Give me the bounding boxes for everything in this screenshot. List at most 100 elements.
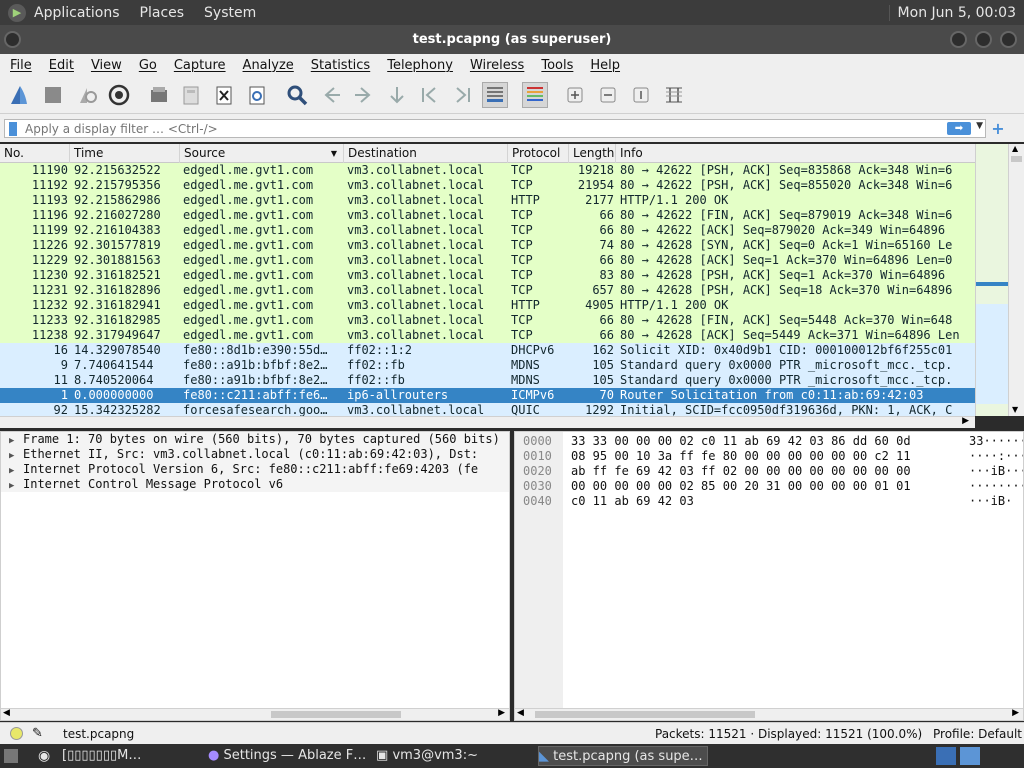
scroll-right-chevron-icon[interactable]: ▶ — [498, 708, 505, 718]
stop-capture-icon[interactable] — [40, 82, 66, 108]
chrome-browser-icon[interactable]: ◉ — [38, 746, 56, 766]
start-capture-icon[interactable] — [6, 82, 32, 108]
menu-file[interactable]: File — [0, 58, 39, 73]
maximize-button[interactable] — [975, 31, 992, 48]
normal-size-icon[interactable] — [628, 82, 654, 108]
apply-filter-arrow-icon[interactable]: ➡ — [947, 122, 971, 135]
zoom-in-icon[interactable] — [562, 82, 588, 108]
detail-row-ipv6[interactable]: ▶ Internet Protocol Version 6, Src: fe80:… — [1, 462, 509, 477]
go-to-packet-icon[interactable] — [384, 82, 410, 108]
packet-row[interactable]: 9 7.740641544 fe80::a91b:bfbf:8e2… ff02::fb… — [0, 358, 975, 373]
detail-row-icmpv6[interactable]: ▶ Internet Control Message Protocol v6 — [1, 477, 509, 492]
column-header-no[interactable]: No. — [0, 144, 70, 163]
column-header-protocol[interactable]: Protocol — [508, 144, 569, 163]
capture-options-gear-icon[interactable] — [106, 82, 132, 108]
packet-row[interactable]: 11233 92.316182985 edgedl.me.gvt1.com vm3.c… — [0, 313, 975, 328]
window-menu-button[interactable] — [4, 31, 21, 48]
scroll-thumb[interactable] — [271, 711, 401, 718]
packet-row[interactable]: 11229 92.301881563 edgedl.me.gvt1.com vm3.c… — [0, 253, 975, 268]
taskbar-item-terminal[interactable]: ▣ vm3@vm3:~ — [376, 746, 526, 766]
resize-columns-icon[interactable] — [661, 82, 687, 108]
panel-menu-applications[interactable]: Applications — [34, 5, 120, 21]
panel-clock[interactable]: Mon Jun 5, 00:03 — [888, 4, 1024, 21]
bytes-horizontal-scrollbar[interactable]: ◀ ▶ — [515, 708, 1023, 720]
packet-row[interactable]: 11238 92.317949647 edgedl.me.gvt1.com vm3.c… — [0, 328, 975, 343]
open-file-icon[interactable] — [146, 82, 172, 108]
packet-minimap[interactable] — [975, 144, 1009, 416]
menu-go[interactable]: Go — [129, 58, 164, 73]
zoom-out-icon[interactable] — [595, 82, 621, 108]
packet-row[interactable]: 11 8.740520064 fe80::a91b:bfbf:8e2… ff02::f… — [0, 373, 975, 388]
packet-row[interactable]: 16 14.329078540 fe80::8d1b:e390:55d… ff02::… — [0, 343, 975, 358]
packet-list-vertical-scrollbar[interactable]: ▲ ▼ — [1008, 144, 1024, 416]
details-horizontal-scrollbar[interactable]: ◀ ▶ — [1, 708, 509, 720]
packet-row[interactable]: 1 0.000000000 fe80::c211:abff:fe6… ip6-allr… — [0, 388, 975, 403]
panel-menu-places[interactable]: Places — [140, 5, 185, 21]
workspace-1-icon[interactable] — [936, 747, 956, 765]
menu-edit[interactable]: Edit — [39, 58, 81, 73]
scroll-thumb[interactable] — [1011, 156, 1022, 162]
display-filter-input[interactable] — [25, 121, 925, 136]
menu-wireless[interactable]: Wireless — [460, 58, 531, 73]
menu-tools[interactable]: Tools — [531, 58, 580, 73]
menu-capture[interactable]: Capture — [164, 58, 233, 73]
status-profile[interactable]: Profile: Default — [933, 727, 1022, 741]
packet-row[interactable]: 11231 92.316182896 edgedl.me.gvt1.com vm3.c… — [0, 283, 975, 298]
packet-row[interactable]: 11199 92.216104383 edgedl.me.gvt1.com vm3.c… — [0, 223, 975, 238]
go-forward-arrow-icon[interactable] — [351, 82, 377, 108]
detail-row-frame[interactable]: ▶ Frame 1: 70 bytes on wire (560 bits), 7… — [1, 432, 509, 447]
distro-logo-icon[interactable]: ▶ — [8, 3, 26, 22]
filter-bookmark-icon[interactable] — [9, 121, 17, 136]
detail-row-ethernet[interactable]: ▶ Ethernet II, Src: vm3.collabnet.local (… — [1, 447, 509, 462]
expert-info-led-icon[interactable] — [10, 727, 23, 740]
close-button[interactable] — [1000, 31, 1017, 48]
show-desktop-icon[interactable] — [4, 749, 18, 763]
taskbar-item-settings[interactable]: ● Settings — Ablaze F… — [208, 746, 368, 766]
scroll-left-chevron-icon[interactable]: ◀ — [517, 708, 524, 718]
find-packet-search-icon[interactable] — [284, 82, 310, 108]
scroll-up-chevron-icon[interactable]: ▲ — [1012, 144, 1018, 153]
filter-history-chevron-down-icon[interactable]: ▼ — [976, 121, 983, 131]
packet-row[interactable]: 11230 92.316182521 edgedl.me.gvt1.com vm3.c… — [0, 268, 975, 283]
taskbar-item-wireshark[interactable]: ◣ test.pcapng (as supe… — [538, 746, 708, 766]
scroll-right-chevron-icon[interactable]: ▶ — [1012, 708, 1019, 718]
scroll-right-chevron-icon[interactable]: ▶ — [962, 416, 969, 426]
restart-capture-icon[interactable] — [74, 82, 100, 108]
menu-statistics[interactable]: Statistics — [301, 58, 377, 73]
column-header-length[interactable]: Length — [569, 144, 616, 163]
column-header-time[interactable]: Time — [70, 144, 180, 163]
packet-list-horizontal-scrollbar[interactable]: ▶ — [0, 416, 975, 428]
menu-analyze[interactable]: Analyze — [233, 58, 301, 73]
packet-row[interactable]: 11192 92.215795356 edgedl.me.gvt1.com vm3.c… — [0, 178, 975, 193]
packet-row[interactable]: 11196 92.216027280 edgedl.me.gvt1.com vm3.c… — [0, 208, 975, 223]
packet-row[interactable]: 11232 92.316182941 edgedl.me.gvt1.com vm3.c… — [0, 298, 975, 313]
capture-comment-pencil-icon[interactable]: ✎ — [32, 726, 43, 741]
workspace-2-icon[interactable] — [960, 747, 980, 765]
column-header-info[interactable]: Info — [616, 144, 975, 163]
column-header-source[interactable]: Source ▼ — [180, 144, 344, 163]
window-titlebar[interactable]: test.pcapng (as superuser) — [0, 25, 1024, 54]
scroll-down-chevron-icon[interactable]: ▼ — [1012, 405, 1018, 414]
column-header-destination[interactable]: Destination — [344, 144, 508, 163]
close-file-icon[interactable] — [211, 82, 237, 108]
go-back-arrow-icon[interactable] — [318, 82, 344, 108]
menu-view[interactable]: View — [81, 58, 129, 73]
last-packet-icon[interactable] — [449, 82, 475, 108]
packet-row[interactable]: 11193 92.215862986 edgedl.me.gvt1.com vm3.c… — [0, 193, 975, 208]
menu-help[interactable]: Help — [580, 58, 627, 73]
expand-chevron-right-icon[interactable]: ▶ — [9, 479, 23, 494]
save-file-icon[interactable] — [178, 82, 204, 108]
taskbar-item-1[interactable]: [▯▯▯▯▯▯▯M… — [62, 746, 197, 766]
menu-telephony[interactable]: Telephony — [377, 58, 460, 73]
colorize-toggle-icon[interactable] — [522, 82, 548, 108]
first-packet-icon[interactable] — [417, 82, 443, 108]
scroll-thumb[interactable] — [535, 711, 755, 718]
scroll-left-chevron-icon[interactable]: ◀ — [3, 708, 10, 718]
panel-menu-system[interactable]: System — [204, 5, 256, 21]
autoscroll-toggle-icon[interactable] — [482, 82, 508, 108]
minimize-button[interactable] — [950, 31, 967, 48]
reload-file-icon[interactable] — [244, 82, 270, 108]
add-filter-button-plus-icon[interactable]: + — [991, 119, 1005, 138]
packet-row[interactable]: 11226 92.301577819 edgedl.me.gvt1.com vm3.c… — [0, 238, 975, 253]
packet-row[interactable]: 92 15.342325282 forcesafesearch.goo… vm3.co… — [0, 403, 975, 416]
